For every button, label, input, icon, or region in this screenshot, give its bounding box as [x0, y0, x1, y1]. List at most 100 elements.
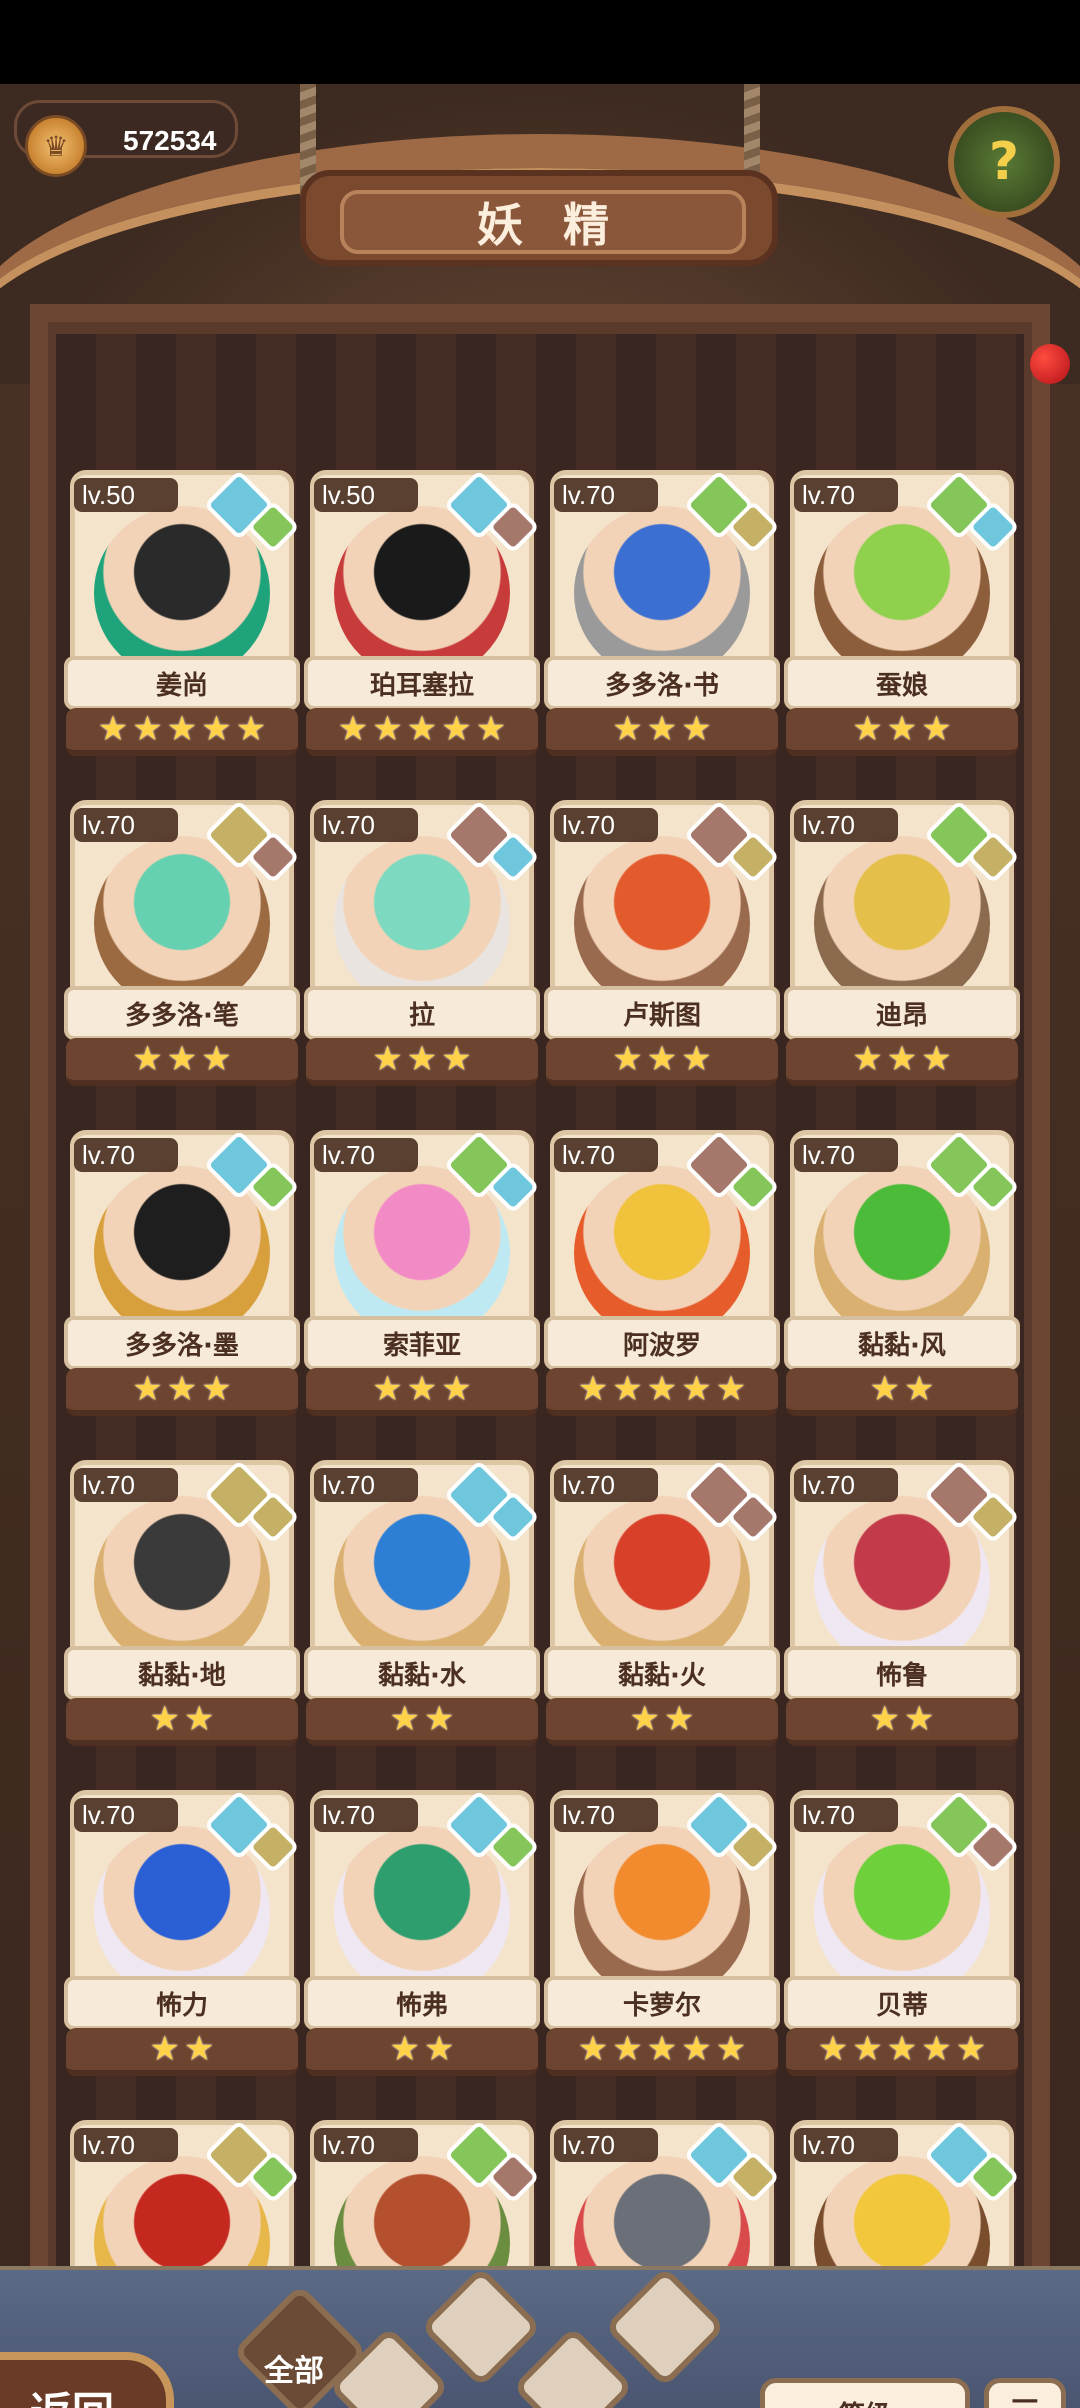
- level-badge: lv.70: [794, 1138, 898, 1172]
- star-icon: ★: [715, 1369, 747, 1409]
- star-icon: ★: [817, 2029, 849, 2069]
- fairy-card[interactable]: lv.70 多多洛·墨 ★ ★ ★: [64, 1129, 300, 1424]
- star-icon: ★: [869, 1369, 900, 1409]
- fairy-card[interactable]: lv.70 黏黏·风 ★ ★: [784, 1129, 1020, 1424]
- level-badge: lv.70: [554, 1138, 658, 1172]
- level-badge: lv.70: [314, 808, 418, 842]
- star-rating: ★ ★: [66, 1698, 298, 1746]
- level-badge: lv.70: [554, 1798, 658, 1832]
- star-icon: ★: [646, 2029, 678, 2069]
- help-button[interactable]: ?: [948, 106, 1060, 218]
- star-icon: ★: [406, 709, 438, 749]
- star-icon: ★: [886, 2029, 918, 2069]
- star-icon: ★: [681, 1369, 712, 1409]
- fairy-card[interactable]: lv.70 迪昂 ★ ★ ★: [784, 799, 1020, 1094]
- star-icon: ★: [372, 1369, 403, 1409]
- star-icon: ★: [921, 2029, 952, 2069]
- fairy-card[interactable]: lv.70 卢斯图 ★ ★ ★: [544, 799, 780, 1094]
- star-icon: ★: [612, 709, 643, 749]
- star-rating: ★ ★ ★ ★ ★: [546, 1368, 778, 1416]
- fairy-name: 蚕娘: [784, 656, 1020, 710]
- star-rating: ★ ★ ★: [786, 1038, 1018, 1086]
- star-icon: ★: [235, 709, 267, 749]
- fairy-card[interactable]: lv.70 卡萝尔 ★ ★ ★ ★ ★: [544, 1789, 780, 2084]
- fairy-card[interactable]: lv.70 怖弗 ★ ★: [304, 1789, 540, 2084]
- fairy-card[interactable]: lv.70 怖鲁 ★ ★: [784, 1459, 1020, 1754]
- star-rating: ★ ★ ★: [546, 1038, 778, 1086]
- star-icon: ★: [372, 1039, 403, 1079]
- star-icon: ★: [424, 1699, 455, 1739]
- fairy-name: 多多洛·笔: [64, 986, 300, 1040]
- title-sign: 妖精: [300, 170, 778, 266]
- level-badge: lv.50: [74, 478, 178, 512]
- fairy-card[interactable]: lv.70 多多洛·书 ★ ★ ★: [544, 469, 780, 764]
- star-rating: ★ ★ ★ ★ ★: [546, 2028, 778, 2076]
- star-icon: ★: [612, 1369, 643, 1409]
- level-badge: lv.70: [74, 2128, 178, 2162]
- fairy-card[interactable]: lv.70 黏黏·火 ★ ★: [544, 1459, 780, 1754]
- fairy-card[interactable]: lv.70 索菲亚 ★ ★ ★: [304, 1129, 540, 1424]
- fairy-name: 黏黏·风: [784, 1316, 1020, 1370]
- star-rating: ★ ★ ★: [66, 1038, 298, 1086]
- star-icon: ★: [166, 1369, 198, 1409]
- star-icon: ★: [955, 2029, 987, 2069]
- fairy-card[interactable]: lv.50 珀耳塞拉 ★ ★ ★ ★ ★: [304, 469, 540, 764]
- level-badge: lv.70: [74, 1798, 178, 1832]
- star-icon: ★: [132, 1039, 163, 1079]
- level-badge: lv.70: [314, 2128, 418, 2162]
- star-icon: ★: [646, 1369, 678, 1409]
- fairy-name: 迪昂: [784, 986, 1020, 1040]
- fairy-card[interactable]: lv.70 阿波罗 ★ ★ ★ ★ ★: [544, 1129, 780, 1424]
- star-icon: ★: [166, 709, 198, 749]
- sort-button-label: 等级: [839, 2395, 891, 2408]
- level-badge: lv.70: [794, 1798, 898, 1832]
- star-rating: ★ ★ ★ ★ ★: [306, 708, 538, 756]
- fairy-name: 多多洛·书: [544, 656, 780, 710]
- fairy-name: 珀耳塞拉: [304, 656, 540, 710]
- fairy-card[interactable]: lv.70 蚕娘 ★ ★ ★: [784, 469, 1020, 764]
- star-icon: ★: [886, 1039, 918, 1079]
- star-icon: ★: [681, 1039, 712, 1079]
- level-badge: lv.70: [74, 808, 178, 842]
- fairy-name: 拉: [304, 986, 540, 1040]
- level-badge: lv.70: [794, 1468, 898, 1502]
- star-icon: ★: [921, 709, 952, 749]
- star-rating: ★ ★ ★ ★ ★: [786, 2028, 1018, 2076]
- fairy-card[interactable]: lv.70 黏黏·水 ★ ★: [304, 1459, 540, 1754]
- star-icon: ★: [904, 1699, 935, 1739]
- star-rating: ★ ★: [786, 1368, 1018, 1416]
- star-icon: ★: [424, 2029, 455, 2069]
- fairy-card[interactable]: lv.70 怖力 ★ ★: [64, 1789, 300, 2084]
- back-button[interactable]: 返回: [0, 2352, 174, 2408]
- star-rating: ★ ★: [306, 1698, 538, 1746]
- star-icon: ★: [149, 2029, 180, 2069]
- star-icon: ★: [149, 1699, 180, 1739]
- ladybug-icon: [1030, 344, 1070, 384]
- star-icon: ★: [97, 709, 129, 749]
- level-badge: lv.70: [794, 478, 898, 512]
- list-icon[interactable]: ☰: [984, 2378, 1066, 2408]
- star-icon: ★: [201, 1369, 232, 1409]
- fairy-name: 怖鲁: [784, 1646, 1020, 1700]
- star-icon: ★: [184, 1699, 215, 1739]
- sort-button[interactable]: 等级: [760, 2378, 970, 2408]
- fairy-name: 多多洛·墨: [64, 1316, 300, 1370]
- page-title: 妖精: [477, 198, 649, 252]
- fairy-card[interactable]: lv.70 黏黏·地 ★ ★: [64, 1459, 300, 1754]
- level-badge: lv.70: [74, 1138, 178, 1172]
- star-icon: ★: [852, 709, 883, 749]
- star-icon: ★: [201, 709, 232, 749]
- fairy-card[interactable]: lv.50 姜尚 ★ ★ ★ ★ ★: [64, 469, 300, 764]
- level-badge: lv.70: [794, 808, 898, 842]
- star-icon: ★: [577, 2029, 609, 2069]
- level-badge: lv.70: [794, 2128, 898, 2162]
- star-icon: ★: [886, 709, 918, 749]
- fairy-card[interactable]: lv.70 贝蒂 ★ ★ ★ ★ ★: [784, 1789, 1020, 2084]
- back-button-label: 返回: [30, 2379, 114, 2408]
- level-badge: lv.70: [314, 1138, 418, 1172]
- star-icon: ★: [132, 709, 163, 749]
- title-sign-inner: 妖精: [340, 190, 746, 254]
- fairy-card[interactable]: lv.70 拉 ★ ★ ★: [304, 799, 540, 1094]
- fairy-card[interactable]: lv.70 多多洛·笔 ★ ★ ★: [64, 799, 300, 1094]
- fairy-name: 黏黏·水: [304, 1646, 540, 1700]
